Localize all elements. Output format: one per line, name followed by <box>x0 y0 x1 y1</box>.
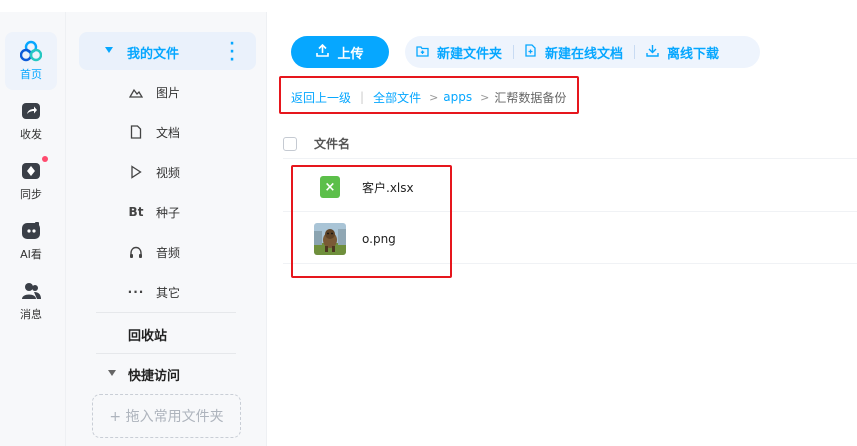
tree-item-videos[interactable]: 视频 <box>128 162 180 182</box>
more-icon: ··· <box>127 285 145 299</box>
highlight-box-breadcrumb <box>279 76 579 114</box>
main-panel: 上传 新建文件夹 新建在线文档 离线下载 返回上一级 | 全部文件 > apps… <box>267 12 857 446</box>
tree-my-files-label: 我的文件 <box>127 47 180 62</box>
torrent-icon: Bt <box>128 205 144 219</box>
sync-icon <box>20 156 48 182</box>
caret-down-icon[interactable] <box>108 370 116 376</box>
more-vertical-icon[interactable]: · · · <box>229 37 235 67</box>
notification-dot <box>42 156 48 162</box>
rail-label: 消息 <box>20 308 42 321</box>
tree-item-other[interactable]: ··· 其它 <box>128 282 180 302</box>
rail-item-home[interactable]: 首页 <box>5 32 57 90</box>
download-icon <box>646 44 659 60</box>
rail-label: AI看 <box>20 248 42 261</box>
tree-item-documents[interactable]: 文档 <box>128 122 180 142</box>
select-all-checkbox[interactable] <box>283 136 297 151</box>
rail-item-sync[interactable]: 同步 <box>5 152 57 210</box>
video-icon <box>128 165 144 179</box>
rail-label: 首页 <box>20 68 42 81</box>
new-online-doc-label: 新建在线文档 <box>545 46 624 62</box>
table-header: 文件名 <box>283 129 857 159</box>
new-folder-icon <box>416 45 429 60</box>
rail-label: 同步 <box>20 188 42 201</box>
ai-view-icon <box>20 220 42 242</box>
rail-item-message[interactable]: 消息 <box>5 272 57 330</box>
caret-down-icon <box>105 47 113 53</box>
column-header-name[interactable]: 文件名 <box>314 135 350 152</box>
home-logo-icon <box>20 40 42 62</box>
new-doc-icon <box>525 44 537 60</box>
tree-item-label: 种子 <box>156 205 181 220</box>
tree-item-label: 音频 <box>156 245 181 260</box>
drop-folder-zone[interactable]: + 拖入常用文件夹 <box>92 394 241 438</box>
tree-item-images[interactable]: 图片 <box>128 82 180 102</box>
tree-item-my-files[interactable]: 我的文件 · · · <box>79 32 256 70</box>
divider <box>96 312 236 313</box>
tree-item-recycle-bin[interactable]: 回收站 <box>128 325 167 344</box>
rail-label: 收发 <box>20 128 42 141</box>
tree-item-audio[interactable]: 音频 <box>128 242 180 262</box>
tree-item-label: 视频 <box>156 165 181 180</box>
left-rail: 首页 收发 同步 AI看 消息 <box>0 12 66 446</box>
offline-download-label: 离线下载 <box>667 46 720 62</box>
new-online-doc-button[interactable]: 新建在线文档 <box>514 36 634 68</box>
divider <box>96 353 236 354</box>
toolbar-group: 新建文件夹 新建在线文档 离线下载 <box>405 36 760 68</box>
new-folder-button[interactable]: 新建文件夹 <box>405 36 513 68</box>
rail-item-share[interactable]: 收发 <box>5 92 57 150</box>
tree-item-label: 其它 <box>156 285 181 300</box>
highlight-box-files <box>291 165 452 278</box>
upload-button[interactable]: 上传 <box>291 36 389 68</box>
audio-icon <box>128 246 144 259</box>
upload-label: 上传 <box>337 45 364 61</box>
rail-item-ai[interactable]: AI看 <box>5 212 57 270</box>
new-folder-label: 新建文件夹 <box>437 46 503 62</box>
top-bar <box>0 0 857 12</box>
tree-item-quick-access[interactable]: 快捷访问 <box>128 365 180 384</box>
file-tree: 我的文件 · · · 图片 文档 视频 Bt 种子 音频 ··· 其它 回收站 快捷… <box>66 12 267 446</box>
tree-item-label: 图片 <box>156 85 181 100</box>
tree-item-label: 文档 <box>156 125 181 140</box>
document-icon <box>128 125 144 139</box>
offline-download-button[interactable]: 离线下载 <box>635 36 730 68</box>
upload-icon <box>316 43 330 60</box>
tree-item-torrents[interactable]: Bt 种子 <box>128 202 180 222</box>
message-icon <box>20 280 42 302</box>
share-icon <box>20 100 42 122</box>
image-icon <box>128 86 144 98</box>
